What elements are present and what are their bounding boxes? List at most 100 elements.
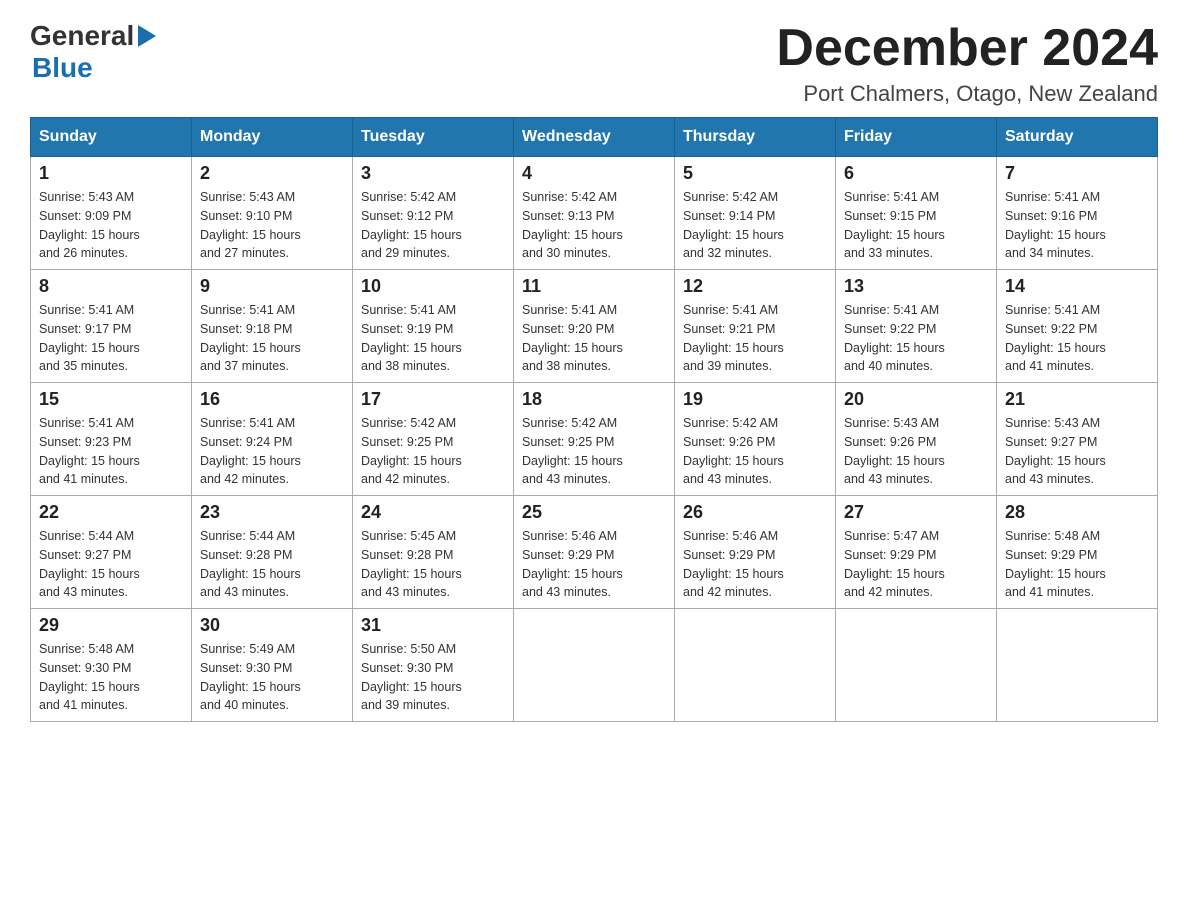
calendar-cell: 20 Sunrise: 5:43 AMSunset: 9:26 PMDaylig… — [836, 383, 997, 496]
day-info: Sunrise: 5:49 AMSunset: 9:30 PMDaylight:… — [200, 642, 301, 712]
calendar-cell: 25 Sunrise: 5:46 AMSunset: 9:29 PMDaylig… — [514, 496, 675, 609]
day-number: 24 — [361, 502, 505, 523]
calendar-week-row: 15 Sunrise: 5:41 AMSunset: 9:23 PMDaylig… — [31, 383, 1158, 496]
day-info: Sunrise: 5:43 AMSunset: 9:09 PMDaylight:… — [39, 190, 140, 260]
calendar-cell: 19 Sunrise: 5:42 AMSunset: 9:26 PMDaylig… — [675, 383, 836, 496]
day-info: Sunrise: 5:42 AMSunset: 9:25 PMDaylight:… — [522, 416, 623, 486]
calendar-cell: 21 Sunrise: 5:43 AMSunset: 9:27 PMDaylig… — [997, 383, 1158, 496]
calendar-cell: 23 Sunrise: 5:44 AMSunset: 9:28 PMDaylig… — [192, 496, 353, 609]
day-number: 31 — [361, 615, 505, 636]
calendar-cell: 24 Sunrise: 5:45 AMSunset: 9:28 PMDaylig… — [353, 496, 514, 609]
calendar-cell — [997, 609, 1158, 722]
day-number: 22 — [39, 502, 183, 523]
day-number: 4 — [522, 163, 666, 184]
day-number: 8 — [39, 276, 183, 297]
calendar-cell: 4 Sunrise: 5:42 AMSunset: 9:13 PMDayligh… — [514, 157, 675, 270]
day-info: Sunrise: 5:41 AMSunset: 9:21 PMDaylight:… — [683, 303, 784, 373]
day-info: Sunrise: 5:41 AMSunset: 9:22 PMDaylight:… — [844, 303, 945, 373]
day-number: 16 — [200, 389, 344, 410]
day-number: 21 — [1005, 389, 1149, 410]
calendar-cell: 16 Sunrise: 5:41 AMSunset: 9:24 PMDaylig… — [192, 383, 353, 496]
calendar-week-row: 22 Sunrise: 5:44 AMSunset: 9:27 PMDaylig… — [31, 496, 1158, 609]
day-number: 1 — [39, 163, 183, 184]
calendar-cell — [675, 609, 836, 722]
calendar-header-friday: Friday — [836, 118, 997, 157]
day-number: 18 — [522, 389, 666, 410]
calendar-cell — [514, 609, 675, 722]
day-number: 17 — [361, 389, 505, 410]
day-number: 19 — [683, 389, 827, 410]
calendar-cell: 5 Sunrise: 5:42 AMSunset: 9:14 PMDayligh… — [675, 157, 836, 270]
day-info: Sunrise: 5:48 AMSunset: 9:30 PMDaylight:… — [39, 642, 140, 712]
calendar-cell: 31 Sunrise: 5:50 AMSunset: 9:30 PMDaylig… — [353, 609, 514, 722]
calendar-header-thursday: Thursday — [675, 118, 836, 157]
calendar-header-saturday: Saturday — [997, 118, 1158, 157]
day-info: Sunrise: 5:41 AMSunset: 9:22 PMDaylight:… — [1005, 303, 1106, 373]
day-info: Sunrise: 5:41 AMSunset: 9:24 PMDaylight:… — [200, 416, 301, 486]
location-title: Port Chalmers, Otago, New Zealand — [776, 81, 1158, 107]
day-info: Sunrise: 5:42 AMSunset: 9:14 PMDaylight:… — [683, 190, 784, 260]
day-info: Sunrise: 5:47 AMSunset: 9:29 PMDaylight:… — [844, 529, 945, 599]
month-title: December 2024 — [776, 20, 1158, 77]
calendar-cell: 7 Sunrise: 5:41 AMSunset: 9:16 PMDayligh… — [997, 157, 1158, 270]
day-info: Sunrise: 5:42 AMSunset: 9:26 PMDaylight:… — [683, 416, 784, 486]
calendar-table: SundayMondayTuesdayWednesdayThursdayFrid… — [30, 117, 1158, 722]
day-number: 12 — [683, 276, 827, 297]
calendar-header-monday: Monday — [192, 118, 353, 157]
calendar-cell: 3 Sunrise: 5:42 AMSunset: 9:12 PMDayligh… — [353, 157, 514, 270]
logo-triangle-icon — [138, 25, 156, 52]
day-info: Sunrise: 5:44 AMSunset: 9:27 PMDaylight:… — [39, 529, 140, 599]
logo-general-text: General — [30, 20, 134, 52]
day-info: Sunrise: 5:42 AMSunset: 9:13 PMDaylight:… — [522, 190, 623, 260]
day-number: 15 — [39, 389, 183, 410]
calendar-cell: 13 Sunrise: 5:41 AMSunset: 9:22 PMDaylig… — [836, 270, 997, 383]
day-info: Sunrise: 5:41 AMSunset: 9:17 PMDaylight:… — [39, 303, 140, 373]
day-info: Sunrise: 5:45 AMSunset: 9:28 PMDaylight:… — [361, 529, 462, 599]
day-info: Sunrise: 5:43 AMSunset: 9:26 PMDaylight:… — [844, 416, 945, 486]
day-info: Sunrise: 5:41 AMSunset: 9:16 PMDaylight:… — [1005, 190, 1106, 260]
calendar-cell: 14 Sunrise: 5:41 AMSunset: 9:22 PMDaylig… — [997, 270, 1158, 383]
calendar-cell: 6 Sunrise: 5:41 AMSunset: 9:15 PMDayligh… — [836, 157, 997, 270]
calendar-cell: 15 Sunrise: 5:41 AMSunset: 9:23 PMDaylig… — [31, 383, 192, 496]
calendar-cell: 27 Sunrise: 5:47 AMSunset: 9:29 PMDaylig… — [836, 496, 997, 609]
day-info: Sunrise: 5:42 AMSunset: 9:12 PMDaylight:… — [361, 190, 462, 260]
day-info: Sunrise: 5:43 AMSunset: 9:10 PMDaylight:… — [200, 190, 301, 260]
day-info: Sunrise: 5:44 AMSunset: 9:28 PMDaylight:… — [200, 529, 301, 599]
day-number: 5 — [683, 163, 827, 184]
day-info: Sunrise: 5:42 AMSunset: 9:25 PMDaylight:… — [361, 416, 462, 486]
calendar-header-sunday: Sunday — [31, 118, 192, 157]
day-info: Sunrise: 5:48 AMSunset: 9:29 PMDaylight:… — [1005, 529, 1106, 599]
calendar-header-wednesday: Wednesday — [514, 118, 675, 157]
calendar-cell: 9 Sunrise: 5:41 AMSunset: 9:18 PMDayligh… — [192, 270, 353, 383]
day-number: 14 — [1005, 276, 1149, 297]
day-number: 30 — [200, 615, 344, 636]
day-number: 26 — [683, 502, 827, 523]
day-number: 20 — [844, 389, 988, 410]
day-number: 11 — [522, 276, 666, 297]
calendar-cell: 1 Sunrise: 5:43 AMSunset: 9:09 PMDayligh… — [31, 157, 192, 270]
title-section: December 2024 Port Chalmers, Otago, New … — [776, 20, 1158, 107]
calendar-cell: 29 Sunrise: 5:48 AMSunset: 9:30 PMDaylig… — [31, 609, 192, 722]
calendar-week-row: 1 Sunrise: 5:43 AMSunset: 9:09 PMDayligh… — [31, 157, 1158, 270]
day-number: 7 — [1005, 163, 1149, 184]
calendar-cell: 28 Sunrise: 5:48 AMSunset: 9:29 PMDaylig… — [997, 496, 1158, 609]
calendar-cell: 22 Sunrise: 5:44 AMSunset: 9:27 PMDaylig… — [31, 496, 192, 609]
day-info: Sunrise: 5:41 AMSunset: 9:23 PMDaylight:… — [39, 416, 140, 486]
logo-blue-text: Blue — [32, 52, 93, 84]
day-number: 2 — [200, 163, 344, 184]
day-number: 3 — [361, 163, 505, 184]
calendar-header-tuesday: Tuesday — [353, 118, 514, 157]
calendar-cell: 12 Sunrise: 5:41 AMSunset: 9:21 PMDaylig… — [675, 270, 836, 383]
calendar-cell: 26 Sunrise: 5:46 AMSunset: 9:29 PMDaylig… — [675, 496, 836, 609]
day-number: 25 — [522, 502, 666, 523]
page-header: General Blue December 2024 Port Chalmers… — [30, 20, 1158, 107]
day-number: 29 — [39, 615, 183, 636]
calendar-cell: 17 Sunrise: 5:42 AMSunset: 9:25 PMDaylig… — [353, 383, 514, 496]
day-number: 9 — [200, 276, 344, 297]
day-number: 23 — [200, 502, 344, 523]
calendar-cell: 30 Sunrise: 5:49 AMSunset: 9:30 PMDaylig… — [192, 609, 353, 722]
day-info: Sunrise: 5:41 AMSunset: 9:19 PMDaylight:… — [361, 303, 462, 373]
day-info: Sunrise: 5:41 AMSunset: 9:18 PMDaylight:… — [200, 303, 301, 373]
day-info: Sunrise: 5:46 AMSunset: 9:29 PMDaylight:… — [683, 529, 784, 599]
day-info: Sunrise: 5:50 AMSunset: 9:30 PMDaylight:… — [361, 642, 462, 712]
